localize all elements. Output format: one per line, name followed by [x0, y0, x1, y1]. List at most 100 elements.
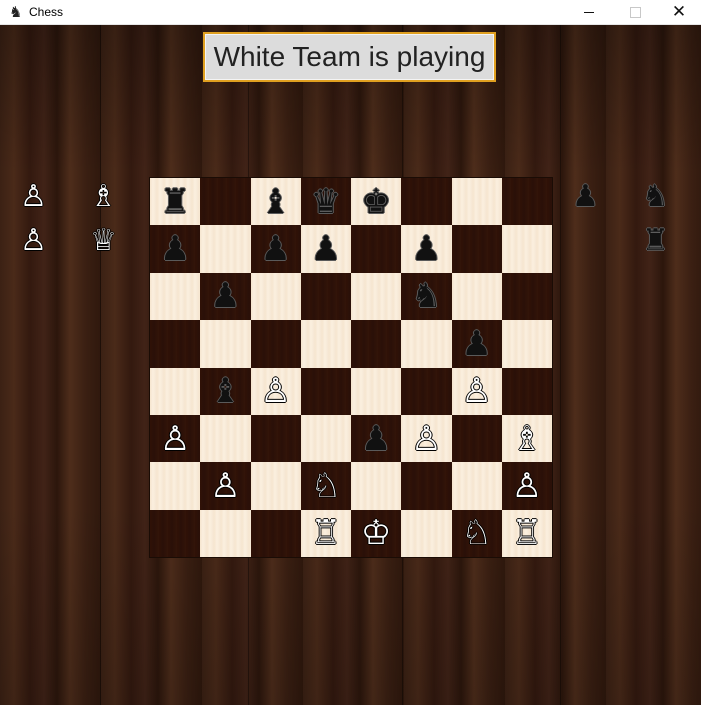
- white-pawn-piece[interactable]: ♙: [260, 374, 290, 408]
- square-h8[interactable]: [501, 178, 552, 226]
- minimize-button[interactable]: [566, 0, 612, 24]
- square-d6[interactable]: [300, 272, 351, 321]
- square-c6[interactable]: [250, 272, 301, 321]
- square-g6[interactable]: [451, 272, 502, 321]
- square-e3[interactable]: ♟: [351, 414, 402, 463]
- square-b2[interactable]: ♙: [200, 462, 251, 510]
- white-knight-piece[interactable]: ♘: [311, 469, 341, 503]
- square-c4[interactable]: ♙: [250, 367, 301, 415]
- captured-black-pawn-piece: ♟: [572, 179, 599, 214]
- square-a2[interactable]: [150, 462, 201, 510]
- black-pawn-piece[interactable]: ♟: [361, 422, 391, 456]
- title-bar: ♞ Chess ✕: [0, 0, 701, 25]
- black-king-piece[interactable]: ♚: [361, 185, 391, 219]
- square-e2[interactable]: [351, 462, 402, 510]
- square-b8[interactable]: [200, 178, 251, 226]
- square-f6[interactable]: ♞: [401, 272, 452, 321]
- square-e8[interactable]: ♚: [351, 178, 402, 226]
- maximize-button[interactable]: [612, 0, 658, 24]
- white-pawn-piece[interactable]: ♙: [210, 469, 240, 503]
- square-f2[interactable]: [401, 462, 452, 510]
- square-e4[interactable]: [351, 367, 402, 415]
- square-a1[interactable]: [150, 509, 201, 557]
- square-f3[interactable]: ♙: [401, 414, 452, 463]
- white-pawn-piece[interactable]: ♙: [512, 469, 542, 503]
- black-queen-piece[interactable]: ♛: [311, 185, 341, 219]
- square-f1[interactable]: [401, 509, 452, 557]
- close-button[interactable]: ✕: [656, 0, 701, 24]
- square-d2[interactable]: ♘: [300, 462, 351, 510]
- captured-white-pawn-piece: ♙: [20, 179, 47, 214]
- square-a7[interactable]: ♟: [150, 225, 201, 273]
- captured-pieces-right: ♟ ♞ ♜: [572, 182, 682, 282]
- black-pawn-piece[interactable]: ♟: [210, 279, 240, 313]
- square-f5[interactable]: [401, 320, 452, 368]
- minimize-icon: [584, 11, 594, 13]
- white-bishop-piece[interactable]: ♗: [512, 422, 542, 456]
- square-d4[interactable]: [300, 367, 351, 415]
- square-g4[interactable]: ♙: [451, 367, 502, 415]
- black-pawn-piece[interactable]: ♟: [411, 232, 441, 266]
- square-g2[interactable]: [451, 462, 502, 510]
- square-f8[interactable]: [401, 178, 452, 226]
- square-a5[interactable]: [150, 320, 201, 368]
- white-rook-piece[interactable]: ♖: [311, 516, 341, 550]
- wood-plank-seam: [100, 25, 101, 705]
- square-h2[interactable]: ♙: [501, 462, 552, 510]
- square-e1[interactable]: ♔: [351, 509, 402, 557]
- square-g3[interactable]: [451, 414, 502, 463]
- square-h1[interactable]: ♖: [501, 509, 552, 557]
- black-knight-piece[interactable]: ♞: [411, 279, 441, 313]
- square-d5[interactable]: [300, 320, 351, 368]
- square-b4[interactable]: ♝: [200, 367, 251, 415]
- square-e7[interactable]: [351, 225, 402, 273]
- white-king-piece[interactable]: ♔: [361, 516, 391, 550]
- square-e6[interactable]: [351, 272, 402, 321]
- black-bishop-piece[interactable]: ♝: [260, 185, 290, 219]
- square-h5[interactable]: [501, 320, 552, 368]
- black-pawn-piece[interactable]: ♟: [160, 232, 190, 266]
- square-c2[interactable]: [250, 462, 301, 510]
- square-b3[interactable]: [200, 414, 251, 463]
- square-c3[interactable]: [250, 414, 301, 463]
- square-c5[interactable]: [250, 320, 301, 368]
- white-rook-piece[interactable]: ♖: [512, 516, 542, 550]
- square-a3[interactable]: ♙: [150, 414, 201, 463]
- square-a4[interactable]: [150, 367, 201, 415]
- black-pawn-piece[interactable]: ♟: [311, 232, 341, 266]
- square-d8[interactable]: ♛: [300, 178, 351, 226]
- square-f4[interactable]: [401, 367, 452, 415]
- close-icon: ✕: [671, 1, 687, 22]
- wood-plank-seam: [560, 25, 561, 705]
- square-b1[interactable]: [200, 509, 251, 557]
- square-c7[interactable]: ♟: [250, 225, 301, 273]
- square-g1[interactable]: ♘: [451, 509, 502, 557]
- square-a8[interactable]: ♜: [150, 178, 201, 226]
- square-h6[interactable]: [501, 272, 552, 321]
- black-pawn-piece[interactable]: ♟: [260, 232, 290, 266]
- square-g7[interactable]: [451, 225, 502, 273]
- square-e5[interactable]: [351, 320, 402, 368]
- square-b7[interactable]: [200, 225, 251, 273]
- square-b5[interactable]: [200, 320, 251, 368]
- square-h3[interactable]: ♗: [501, 414, 552, 463]
- square-d1[interactable]: ♖: [300, 509, 351, 557]
- square-d3[interactable]: [300, 414, 351, 463]
- white-pawn-piece[interactable]: ♙: [160, 422, 190, 456]
- square-h4[interactable]: [501, 367, 552, 415]
- square-g8[interactable]: [451, 178, 502, 226]
- white-knight-piece[interactable]: ♘: [461, 516, 491, 550]
- square-a6[interactable]: [150, 272, 201, 321]
- square-f7[interactable]: ♟: [401, 225, 452, 273]
- square-b6[interactable]: ♟: [200, 272, 251, 321]
- square-d7[interactable]: ♟: [300, 225, 351, 273]
- square-c1[interactable]: [250, 509, 301, 557]
- white-pawn-piece[interactable]: ♙: [461, 374, 491, 408]
- black-pawn-piece[interactable]: ♟: [461, 327, 491, 361]
- black-bishop-piece[interactable]: ♝: [210, 374, 240, 408]
- square-c8[interactable]: ♝: [250, 178, 301, 226]
- square-g5[interactable]: ♟: [451, 320, 502, 368]
- square-h7[interactable]: [501, 225, 552, 273]
- white-pawn-piece[interactable]: ♙: [411, 422, 441, 456]
- black-rook-piece[interactable]: ♜: [160, 185, 190, 219]
